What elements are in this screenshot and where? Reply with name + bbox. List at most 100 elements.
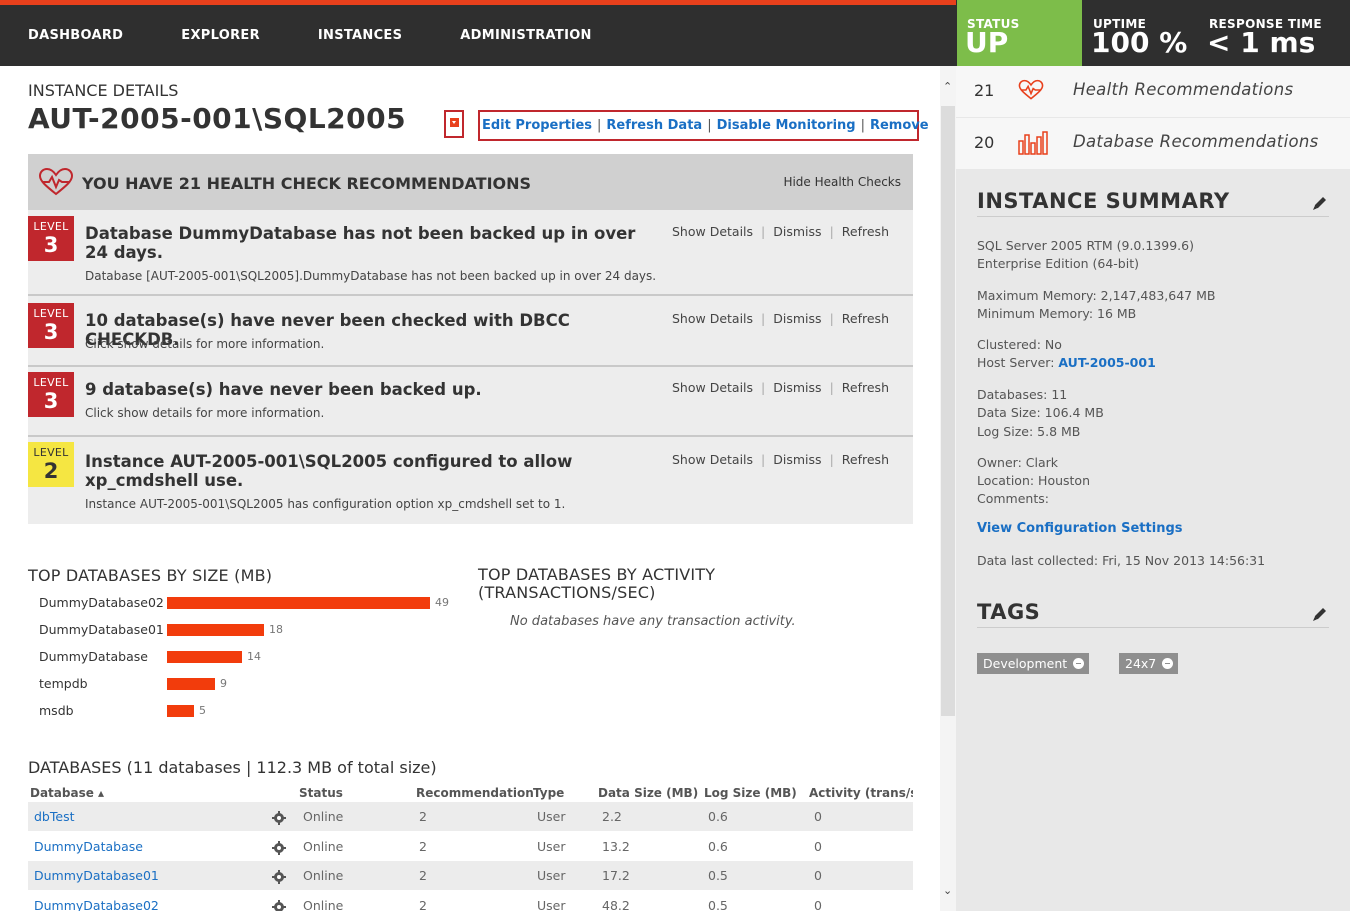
refresh-data-link[interactable]: Refresh Data [606, 118, 702, 133]
col-type-header[interactable]: Type [533, 786, 564, 800]
summary-data-size: Data Size: 106.4 MB [977, 405, 1104, 420]
instance-dropdown-button[interactable] [444, 110, 464, 138]
recommendation-actions: Show Details | Dismiss | Refresh [672, 380, 889, 395]
data-size-cell: 48.2 [602, 898, 630, 911]
edit-properties-link[interactable]: Edit Properties [482, 118, 592, 133]
col-log-size-header[interactable]: Log Size (MB) [704, 786, 797, 800]
recommendation-item: LEVEL 2 Instance AUT-2005-001\SQL2005 co… [28, 438, 913, 524]
refresh-link[interactable]: Refresh [842, 224, 889, 239]
bar [167, 597, 430, 609]
show-details-link[interactable]: Show Details [672, 311, 753, 326]
summary-version: SQL Server 2005 RTM (9.0.1399.6) [977, 238, 1194, 253]
activity-chart-title: TOP DATABASES BY ACTIVITY (TRANSACTIONS/… [478, 565, 716, 602]
data-size-cell: 2.2 [602, 809, 622, 824]
remove-tag-icon[interactable] [1162, 658, 1174, 669]
view-configuration-settings-link[interactable]: View Configuration Settings [977, 521, 1183, 536]
database-recommendations-label[interactable]: Database Recommendations [1073, 132, 1319, 151]
table-row[interactable]: dbTest Online 2 User 2.2 0.6 0 [28, 802, 913, 831]
level-badge: LEVEL 3 [28, 372, 74, 417]
tags-title: TAGS [977, 600, 1041, 624]
table-row[interactable]: DummyDatabase01 Online 2 User 17.2 0.5 0 [28, 861, 913, 890]
remove-link[interactable]: Remove [870, 118, 929, 133]
activity-cell: 0 [814, 868, 822, 883]
top-bar: DASHBOARD EXPLORER INSTANCES ADMINISTRAT… [0, 0, 1350, 66]
summary-host-server: Host Server: AUT-2005-001 [977, 355, 1156, 370]
health-recommendations-row[interactable]: 21 Health Recommendations [956, 66, 1350, 117]
health-checks-title: YOU HAVE 21 HEALTH CHECK RECOMMENDATIONS [82, 174, 532, 193]
type-cell: User [537, 868, 566, 883]
dismiss-link[interactable]: Dismiss [773, 311, 821, 326]
bar [167, 651, 242, 663]
bar-value-label: 9 [220, 677, 227, 690]
recommendation-title: Database DummyDatabase has not been back… [85, 224, 636, 262]
show-details-link[interactable]: Show Details [672, 224, 753, 239]
database-name-cell[interactable]: dbTest [34, 809, 75, 824]
bar-value-label: 5 [199, 704, 206, 717]
dismiss-link[interactable]: Dismiss [773, 452, 821, 467]
recommendation-item: LEVEL 3 9 database(s) have never been ba… [28, 368, 913, 437]
gear-icon[interactable] [272, 840, 286, 855]
databases-title: DATABASES (11 databases | 112.3 MB of to… [28, 758, 437, 777]
nav-explorer[interactable]: EXPLORER [181, 28, 260, 43]
recommendation-title: 9 database(s) have never been backed up. [85, 380, 482, 399]
tag-24x7[interactable]: 24x7 [1119, 653, 1179, 674]
table-row[interactable]: DummyDatabase02 Online 2 User 48.2 0.5 0 [28, 891, 913, 911]
remove-tag-icon[interactable] [1073, 658, 1085, 669]
scroll-up-icon[interactable]: ⌃ [943, 80, 952, 93]
hide-health-checks-link[interactable]: Hide Health Checks [783, 175, 901, 189]
uptime-kpi: UPTIME 100 % [1083, 0, 1198, 66]
nav-instances[interactable]: INSTANCES [318, 28, 402, 43]
col-recommendation-header[interactable]: Recommendation [416, 786, 534, 800]
refresh-link[interactable]: Refresh [842, 380, 889, 395]
dismiss-link[interactable]: Dismiss [773, 380, 821, 395]
recommendation-description: Instance AUT-2005-001\SQL2005 has config… [85, 497, 566, 511]
gear-icon[interactable] [272, 899, 286, 911]
col-status-header[interactable]: Status [299, 786, 343, 800]
main-scrollbar[interactable]: ⌃ ⌄ [940, 66, 956, 911]
refresh-link[interactable]: Refresh [842, 311, 889, 326]
recommendation-item: LEVEL 3 10 database(s) have never been c… [28, 297, 913, 367]
recommendation-cell: 2 [419, 868, 427, 883]
host-server-link[interactable]: AUT-2005-001 [1058, 355, 1155, 370]
summary-databases: Databases: 11 [977, 387, 1068, 402]
show-details-link[interactable]: Show Details [672, 380, 753, 395]
scroll-down-icon[interactable]: ⌄ [943, 884, 952, 897]
database-name-cell[interactable]: DummyDatabase [34, 839, 143, 854]
activity-cell: 0 [814, 898, 822, 911]
refresh-link[interactable]: Refresh [842, 452, 889, 467]
status-cell: Online [303, 839, 344, 854]
type-cell: User [537, 839, 566, 854]
recommendation-item: LEVEL 3 Database DummyDatabase has not b… [28, 210, 913, 296]
bar-value-label: 14 [247, 650, 261, 663]
col-database-header[interactable]: Database ▴ [30, 786, 104, 800]
pencil-icon[interactable] [1311, 605, 1329, 623]
database-name-cell[interactable]: DummyDatabase02 [34, 898, 159, 911]
pencil-icon[interactable] [1311, 194, 1329, 212]
tag-development[interactable]: Development [977, 653, 1090, 674]
nav-administration[interactable]: ADMINISTRATION [460, 28, 591, 43]
bar-label: DummyDatabase [39, 649, 148, 664]
health-recommendations-label[interactable]: Health Recommendations [1073, 80, 1293, 99]
heart-pulse-icon [1018, 79, 1044, 105]
gear-icon[interactable] [272, 869, 286, 884]
table-row[interactable]: DummyDatabase Online 2 User 13.2 0.6 0 [28, 832, 913, 861]
database-recommendations-row[interactable]: 20 Database Recommendations [956, 118, 1350, 169]
dismiss-link[interactable]: Dismiss [773, 224, 821, 239]
database-name-cell[interactable]: DummyDatabase01 [34, 868, 159, 883]
disable-monitoring-link[interactable]: Disable Monitoring [717, 118, 856, 133]
summary-edition: Enterprise Edition (64-bit) [977, 256, 1139, 271]
col-data-size-header[interactable]: Data Size (MB) [598, 786, 698, 800]
recommendation-actions: Show Details | Dismiss | Refresh [672, 311, 889, 326]
nav-dashboard[interactable]: DASHBOARD [28, 28, 123, 43]
side-panel: 21 Health Recommendations 20 Database Re… [956, 66, 1350, 911]
col-activity-header[interactable]: Activity (trans/s [809, 786, 913, 800]
gear-icon[interactable] [272, 810, 286, 825]
scrollbar-thumb[interactable] [941, 106, 955, 716]
response-time-value: < 1 ms [1207, 26, 1316, 59]
health-recommendations-count: 21 [974, 81, 995, 100]
show-details-link[interactable]: Show Details [672, 452, 753, 467]
health-checks-panel: YOU HAVE 21 HEALTH CHECK RECOMMENDATIONS… [28, 154, 913, 524]
recommendation-actions: Show Details | Dismiss | Refresh [672, 224, 889, 239]
summary-location: Location: Houston [977, 473, 1091, 488]
status-value: UP [965, 26, 1009, 59]
